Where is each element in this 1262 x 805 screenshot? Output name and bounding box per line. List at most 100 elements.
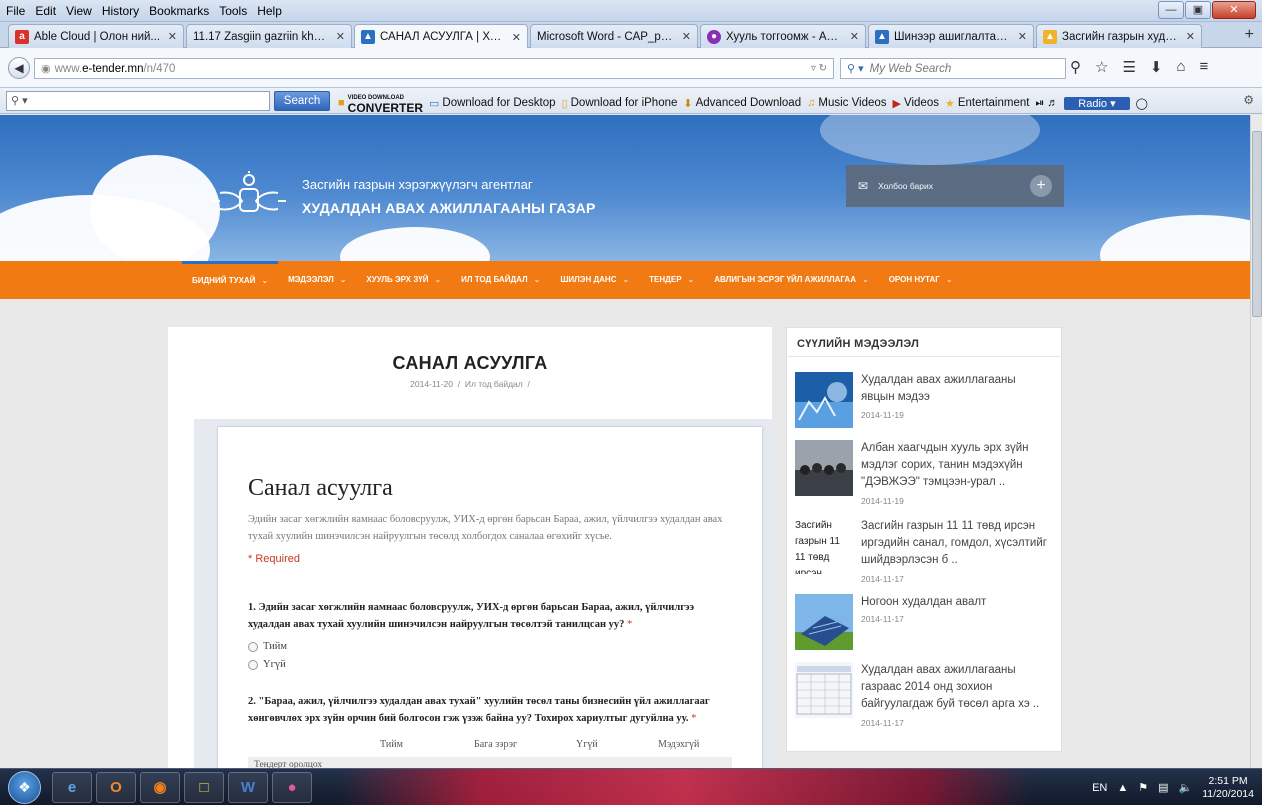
tab-sanal-asuulga[interactable]: ▲ САНАЛ АСУУЛГА | Худ... ✕ — [354, 24, 528, 49]
news-thumbnail[interactable] — [795, 372, 853, 428]
web-search-input[interactable]: ⚲ ▾ My Web Search — [840, 58, 1066, 79]
url-bar[interactable]: ◉ www. e-tender.mn/n/470 ▿ ↻ — [34, 58, 834, 79]
nav-item-anti-corruption[interactable]: АВЛИГЫН ЭСРЭГ ҮЙЛ АЖИЛЛАГАА ⌄ — [704, 261, 878, 299]
advanced-download-button[interactable]: ⬇ Advanced Download — [683, 97, 801, 110]
news-title[interactable]: Засгийн газрын 11 11 төвд ирсэн иргэдийн… — [861, 518, 1051, 569]
tab-zasgiin-gazryn-khudaldan[interactable]: ▲ Засгийн газрын худалд... ✕ — [1036, 24, 1202, 48]
videos-button[interactable]: ▶ Videos — [893, 97, 939, 110]
news-thumbnail[interactable] — [795, 440, 853, 496]
contact-panel[interactable]: ✉ Холбоо барих + — [846, 165, 1064, 207]
nav-item-tender[interactable]: ТЕНДЕР ⌄ — [639, 261, 704, 299]
news-item[interactable]: Албан хаагчдын хууль эрх зүйн мэдлэг сор… — [795, 440, 1057, 506]
search-icon[interactable]: ⚲ — [1070, 58, 1081, 76]
menu-bookmarks[interactable]: Bookmarks — [149, 4, 209, 18]
scrollbar-thumb[interactable] — [1252, 131, 1262, 317]
internet-explorer-icon[interactable]: e — [52, 772, 92, 803]
tab-zasgiin-gazar[interactable]: 11.17 Zasgiin gazriin khereg ... ✕ — [186, 24, 352, 48]
addons-menu-icon[interactable]: ⚙ — [1243, 93, 1254, 107]
news-title[interactable]: Албан хаагчдын хууль эрх зүйн мэдлэг сор… — [861, 440, 1051, 491]
expand-plus-icon[interactable]: + — [1030, 175, 1052, 197]
video-converter-button[interactable]: ■ VIDEO DOWNLOAD CONVERTER — [338, 93, 423, 114]
search-engine-icon[interactable]: ⚲ ▾ — [847, 62, 864, 75]
maximize-button[interactable]: ▣ — [1185, 1, 1211, 19]
clock[interactable]: 2:51 PM 11/20/2014 — [1202, 775, 1254, 801]
page-scrollbar[interactable] — [1250, 115, 1262, 768]
new-tab-button[interactable]: + — [1245, 26, 1254, 44]
news-title[interactable]: Худалдан авах ажиллагааны явцын мэдээ — [861, 372, 1051, 406]
download-icon[interactable]: ⬇ — [1150, 58, 1163, 76]
tab-shineer-ashiglaltand[interactable]: ▲ Шинээр ашиглалтанд ... ✕ — [868, 24, 1034, 48]
news-thumbnail[interactable] — [795, 662, 853, 718]
entertainment-button[interactable]: ★ Entertainment — [945, 97, 1029, 110]
menu-help[interactable]: Help — [257, 4, 282, 18]
tab-khuul-toggoomj[interactable]: ● Хууль тоггоомж - Авли... ✕ — [700, 24, 866, 48]
news-item[interactable]: Худалдан авах ажиллагааны явцын мэдээ 20… — [795, 372, 1057, 436]
radio-dropdown[interactable]: Radio ▾ — [1064, 96, 1130, 110]
menu-history[interactable]: History — [102, 4, 139, 18]
menu-tools[interactable]: Tools — [219, 4, 247, 18]
nav-item-local[interactable]: ОРОН НУТАГ ⌄ — [879, 261, 963, 299]
q1-option-no[interactable]: Үгүй — [248, 659, 286, 670]
tab-close-icon[interactable]: ✕ — [682, 30, 691, 43]
bookmarks-list-icon[interactable]: ☰ — [1122, 58, 1135, 76]
radio-button[interactable] — [248, 659, 258, 670]
file-explorer-icon[interactable]: □ — [184, 772, 224, 803]
paint-icon[interactable]: ● — [272, 772, 312, 803]
bookmark-star-icon[interactable]: ☆ — [1095, 58, 1108, 76]
minimize-button[interactable]: — — [1158, 1, 1184, 19]
news-item[interactable]: Худалдан авах ажиллагааны газраас 2014 о… — [795, 662, 1057, 728]
outlook-icon[interactable]: O — [96, 772, 136, 803]
microsoft-word-icon[interactable]: W — [228, 772, 268, 803]
nav-item-about[interactable]: БИДНИЙ ТУХАЙ ⌄ — [182, 261, 279, 299]
start-button[interactable]: ❖ — [8, 771, 41, 804]
nav-item-transparency[interactable]: ИЛ ТОД БАЙДАЛ ⌄ — [451, 261, 550, 299]
menu-edit[interactable]: Edit — [35, 4, 56, 18]
nav-item-law[interactable]: ХУУЛЬ ЭРХ ЗҮЙ ⌄ — [356, 261, 451, 299]
toolbar-search-input[interactable]: ⚲ ▾ — [6, 91, 270, 111]
department-name[interactable]: ХУДАЛДАН АВАХ АЖИЛЛАГААНЫ ГАЗАР — [302, 200, 596, 216]
media-controls[interactable]: ⏯ ♬ — [1035, 97, 1058, 110]
flag-icon[interactable]: ⚑ — [1138, 781, 1148, 794]
news-title[interactable]: Худалдан авах ажиллагааны газраас 2014 о… — [861, 662, 1051, 713]
download-desktop-button[interactable]: ▭ Download for Desktop — [429, 97, 556, 110]
radio-button[interactable] — [248, 641, 258, 652]
news-item[interactable]: Ногоон худалдан авалт 2014-11-17 — [795, 594, 1057, 658]
download-iphone-button[interactable]: ▯ Download for iPhone — [562, 97, 678, 110]
tab-microsoft-word[interactable]: Microsoft Word - CAP_pape... ✕ — [530, 24, 698, 48]
news-thumbnail[interactable] — [795, 594, 853, 650]
nav-item-news[interactable]: МЭДЭЭЛЭЛ ⌄ — [278, 261, 356, 299]
reload-icon[interactable]: ▿ ↻ — [811, 63, 827, 74]
option-label: Үгүй — [263, 659, 286, 670]
music-videos-button[interactable]: ♫ Music Videos — [807, 97, 886, 109]
q1-option-yes[interactable]: Тийм — [248, 641, 287, 652]
volume-icon[interactable]: ♬ — [1047, 97, 1058, 109]
tab-close-icon[interactable]: ✕ — [1018, 30, 1027, 43]
language-indicator[interactable]: EN — [1092, 782, 1107, 794]
news-thumbnail-alt-text[interactable]: Засгийн газрын 11 11 төвд ирсэн — [795, 518, 853, 574]
tab-close-icon[interactable]: ✕ — [850, 30, 859, 43]
speaker-icon[interactable]: 🔈 — [1179, 781, 1193, 794]
tab-able-cloud[interactable]: a Able Cloud | Олон ний... ✕ — [8, 24, 184, 48]
close-window-button[interactable]: ✕ — [1212, 1, 1256, 19]
news-item[interactable]: Засгийн газрын 11 11 төвд ирсэн Засгийн … — [795, 518, 1057, 584]
firefox-icon[interactable]: ◉ — [140, 772, 180, 803]
tray-expand-icon[interactable]: ▲ — [1117, 782, 1128, 794]
toolbar-search-button[interactable]: Search — [274, 91, 330, 111]
article-category-link[interactable]: Ил тод байдал — [465, 379, 523, 389]
tab-label: Хууль тоггоомж - Авли... — [726, 30, 844, 43]
menu-view[interactable]: View — [66, 4, 92, 18]
news-title[interactable]: Ногоон худалдан авалт — [861, 594, 1051, 611]
radio-power-icon[interactable]: ◯ — [1136, 97, 1148, 110]
menu-icon[interactable]: ≡ — [1200, 58, 1209, 76]
menu-file[interactable]: File — [6, 4, 25, 18]
tab-close-icon[interactable]: ✕ — [168, 30, 177, 43]
play-icon[interactable]: ⏯ — [1035, 97, 1044, 110]
required-note: * Required — [248, 553, 300, 565]
nav-item-glass-account[interactable]: ШИЛЭН ДАНС ⌄ — [550, 261, 639, 299]
tab-close-icon[interactable]: ✕ — [336, 30, 345, 43]
back-button[interactable]: ◀ — [8, 57, 30, 79]
tab-close-icon[interactable]: ✕ — [1186, 30, 1195, 43]
home-icon[interactable]: ⌂ — [1176, 58, 1185, 76]
tab-close-icon[interactable]: ✕ — [512, 31, 521, 44]
network-icon[interactable]: ▤ — [1158, 781, 1168, 794]
